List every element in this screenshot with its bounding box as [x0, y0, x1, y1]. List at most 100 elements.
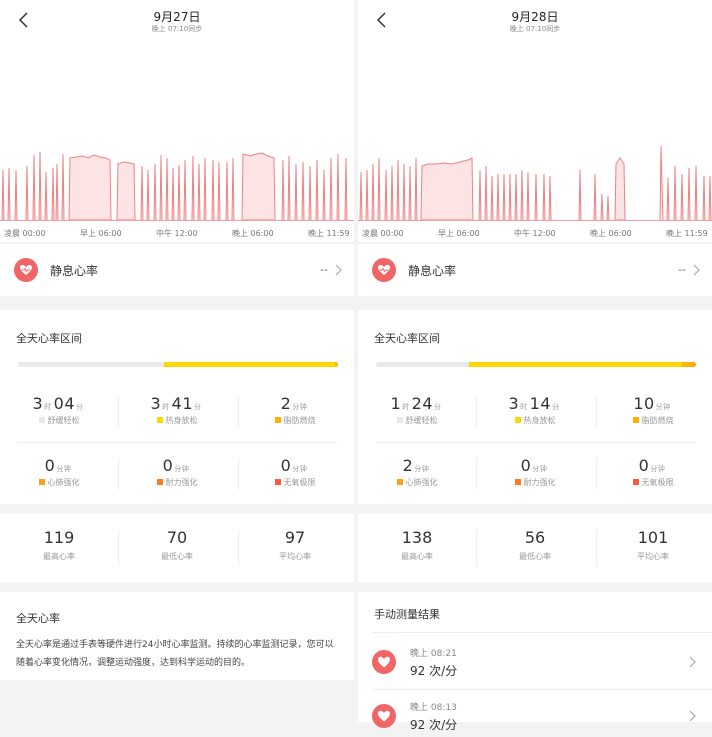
heart-icon — [372, 650, 396, 674]
time-label-4: 晚上 11:59 — [666, 228, 708, 238]
time-label-2: 中午 12:00 — [514, 228, 556, 238]
heart-rate-chart: 凌晨 00:00 早上 06:00 中午 12:00 晚上 06:00 晚上 1… — [0, 151, 354, 238]
page-title: 9月27日 — [153, 10, 201, 24]
time-label-2: 中午 12:00 — [156, 228, 198, 238]
header-card: 9月28日 晚上 07:10同步 凌晨 00:00 早上 06:00 中午 12… — [358, 0, 712, 242]
divider — [238, 396, 239, 428]
divider — [238, 458, 239, 490]
zone-label: 心肺强化 — [405, 478, 438, 487]
manual-result-item[interactable]: 晚上 08:21 92 次/分 — [358, 636, 712, 688]
result-bpm: 92 次/分 — [410, 664, 458, 678]
zone-segment — [376, 362, 469, 367]
time-label-1: 早上 06:00 — [438, 229, 480, 238]
chevron-right-icon — [689, 710, 696, 722]
divider — [118, 396, 119, 428]
zone-value: 3时 41分 — [150, 394, 202, 413]
zone-value: 3时 14分 — [508, 394, 560, 413]
result-bpm: 92 次/分 — [410, 718, 458, 732]
zone-label: 脂肪燃烧 — [283, 416, 316, 425]
stat-avg: 97 平均心率 — [279, 528, 311, 561]
panel-day-2: 9月28日 晚上 07:10同步 凌晨 00:00 早上 06:00 中午 12… — [358, 0, 712, 737]
manual-results-card: 手动测量结果 晚上 08:21 92 次/分 晚上 08:13 92 次/分 — [358, 592, 712, 732]
divider — [372, 632, 712, 633]
zone-warmup: 3时 41分 热身放松 — [118, 394, 236, 438]
screens: 9月27日 晚上 07:10同步 凌晨 00:00 早上 06:00 中午 12… — [0, 0, 712, 737]
zone-label: 无氧极限 — [641, 478, 674, 487]
panel-day-1: 9月27日 晚上 07:10同步 凌晨 00:00 早上 06:00 中午 12… — [0, 0, 354, 737]
divider — [596, 530, 597, 566]
divider — [596, 396, 597, 428]
zone-segment — [18, 362, 164, 367]
zone-value: 0分钟 — [162, 456, 190, 475]
zone-value: 0分钟 — [280, 456, 308, 475]
zones-title: 全天心率区间 — [16, 332, 82, 345]
resting-hr-label: 静息心率 — [50, 264, 99, 278]
divider — [118, 458, 119, 490]
zone-distribution-bar — [376, 362, 696, 367]
zone-segment — [681, 362, 693, 367]
resting-hr-row[interactable]: 静息心率 -- — [0, 244, 354, 296]
zone-value: 1时 24分 — [390, 394, 442, 413]
heart-icon — [14, 258, 38, 282]
divider — [596, 458, 597, 490]
time-label-0: 凌晨 00:00 — [4, 228, 46, 238]
divider — [118, 530, 119, 566]
zone-label: 热身放松 — [523, 416, 556, 425]
zone-distribution-bar — [18, 362, 338, 367]
resting-hr-value: -- — [320, 263, 328, 276]
manual-result-item[interactable]: 晚上 08:13 92 次/分 — [358, 690, 712, 737]
chevron-right-icon — [335, 264, 342, 276]
heart-icon — [372, 704, 396, 728]
resting-hr-row[interactable]: 静息心率 -- — [358, 244, 712, 296]
zone-anaerobic: 0分钟 无氧极限 — [236, 456, 354, 500]
sync-time: 晚上 07:10同步 — [151, 25, 203, 33]
zone-label: 无氧极限 — [283, 478, 316, 487]
divider — [238, 530, 239, 566]
manual-title: 手动测量结果 — [374, 608, 440, 621]
resting-hr-value: -- — [678, 263, 686, 276]
zone-fatburn: 2分钟 脂肪燃烧 — [236, 394, 354, 438]
sync-time: 晚上 07:10同步 — [509, 25, 561, 33]
heart-rate-trace — [0, 151, 354, 221]
result-time: 晚上 08:21 — [410, 649, 457, 659]
zone-endurance: 0分钟 耐力强化 — [476, 456, 594, 500]
time-label-4: 晚上 11:59 — [308, 228, 350, 238]
zone-segment — [163, 362, 335, 367]
zone-label: 热身放松 — [165, 416, 198, 425]
zone-relax: 1时 24分 舒缓轻松 — [358, 394, 476, 438]
heart-rate-trace — [358, 145, 712, 221]
zone-label: 脂肪燃烧 — [641, 416, 674, 425]
resting-hr-label: 静息心率 — [408, 264, 457, 278]
zone-label: 舒缓轻松 — [47, 416, 80, 425]
hr-zones-card: 全天心率区间 3时04分 舒缓轻松 3时41分 热身放松 2分钟 脂肪燃烧 — [0, 310, 354, 504]
hr-zones-card: 全天心率区间 1时24分 舒缓轻松 3时14分 热身放松 10分钟 脂肪燃烧 — [358, 310, 712, 504]
stat-max: 119 最高心率 — [43, 528, 75, 561]
divider — [476, 458, 477, 490]
stat-min: 56 最低心率 — [519, 528, 551, 561]
time-label-3: 晚上 06:00 — [590, 228, 632, 238]
zone-segment — [334, 362, 338, 367]
page-title: 9月28日 — [511, 10, 559, 24]
stat-avg: 101 平均心率 — [637, 528, 669, 561]
hr-stats-card: 119 最高心率 70 最低心率 97 平均心率 — [0, 514, 354, 582]
heart-icon — [372, 258, 396, 282]
divider — [476, 530, 477, 566]
description-text: 全天心率是通过手表等硬件进行24小时心率监测。持续的心率监测记录，您可以随着心率… — [16, 640, 334, 668]
chevron-right-icon — [693, 264, 700, 276]
result-time: 晚上 08:13 — [410, 703, 457, 713]
stat-max: 138 最高心率 — [401, 528, 433, 561]
zone-anaerobic: 0分钟 无氧极限 — [594, 456, 712, 500]
zone-cardio: 0分钟 心肺强化 — [0, 456, 118, 500]
heart-rate-chart: 凌晨 00:00 早上 06:00 中午 12:00 晚上 06:00 晚上 1… — [358, 145, 712, 238]
zone-value: 0分钟 — [520, 456, 548, 475]
zone-value: 10分钟 — [633, 394, 671, 413]
hr-stats-card: 138 最高心率 56 最低心率 101 平均心率 — [358, 514, 712, 582]
zone-fatburn: 10分钟 脂肪燃烧 — [594, 394, 712, 438]
zone-cardio: 2分钟 心肺强化 — [358, 456, 476, 500]
time-label-3: 晚上 06:00 — [232, 228, 274, 238]
zone-value: 0分钟 — [638, 456, 666, 475]
zone-value: 3时 04分 — [32, 394, 84, 413]
time-label-1: 早上 06:00 — [80, 229, 122, 238]
zone-segment — [468, 362, 682, 367]
description-card: 全天心率 全天心率是通过手表等硬件进行24小时心率监测。持续的心率监测记录，您可… — [0, 592, 354, 680]
